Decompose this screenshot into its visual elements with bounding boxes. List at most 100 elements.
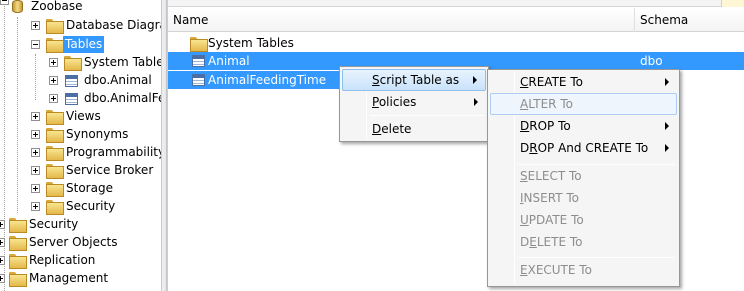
tree-item-label: Management: [29, 271, 109, 285]
menu-item-access-key: A: [520, 97, 529, 111]
menu-item-access-key: D: [520, 119, 530, 133]
tree-item-server-objects[interactable]: Server Objects: [0, 234, 161, 252]
menu-item-label: elete: [381, 122, 412, 136]
column-header-schema[interactable]: Schema: [635, 8, 744, 32]
tree-item-dbo-animal[interactable]: dbo.Animal: [0, 72, 161, 90]
database-icon: [12, 0, 23, 13]
tree-item-label: dbo.AnimalFeedingTime: [84, 91, 161, 105]
menu-item-access-key: E: [520, 263, 528, 277]
folder-icon: [46, 128, 64, 143]
expand-icon[interactable]: [0, 256, 5, 265]
menu-item-access-key: R: [529, 141, 538, 155]
tree-item-label: Security: [66, 199, 116, 213]
expand-icon[interactable]: [49, 76, 58, 85]
tree-item-programmability[interactable]: Programmability: [0, 144, 161, 162]
menu-separator: [370, 115, 484, 116]
menu-item-label: cript Table as: [379, 73, 460, 87]
menu-item-update-to[interactable]: UPDATE To: [490, 209, 677, 231]
folder-icon: [46, 38, 64, 53]
tree-item-label: Replication: [29, 253, 96, 267]
folder-icon: [190, 37, 208, 52]
submenu-arrow-icon: [665, 122, 669, 130]
menu-item-access-key: E: [529, 235, 537, 249]
menu-item-label-pre: D: [520, 235, 530, 249]
expand-icon[interactable]: [31, 184, 40, 193]
tree-item-label: Storage: [66, 181, 113, 195]
tree-item-label: Database Diagrams: [66, 18, 161, 32]
menu-item-drop-to[interactable]: DROP To: [490, 115, 677, 137]
table-icon: [192, 74, 205, 86]
menu-item-script-table-as[interactable]: Script Table as: [342, 69, 486, 91]
expand-icon[interactable]: [31, 166, 40, 175]
script-table-as-submenu: CREATE To ALTER To DROP To DROP And CREA…: [487, 69, 680, 287]
collapse-icon[interactable]: [31, 40, 40, 49]
menu-item-execute-to[interactable]: EXECUTE To: [490, 259, 677, 281]
menu-item-select-to[interactable]: SELECT To: [490, 165, 677, 187]
tree-item-security[interactable]: Security: [0, 216, 161, 234]
expand-icon[interactable]: [31, 148, 40, 157]
expand-icon[interactable]: [31, 21, 40, 30]
menu-item-label: NSERT To: [523, 191, 579, 205]
column-header-name[interactable]: Name: [168, 8, 634, 32]
context-menu: Script Table as Policies Delete: [339, 66, 489, 142]
table-icon: [65, 75, 78, 87]
folder-icon: [46, 200, 64, 215]
menu-item-label: XECUTE To: [527, 263, 592, 277]
menu-item-insert-to[interactable]: INSERT To: [490, 187, 677, 209]
menu-item-alter-to[interactable]: ALTER To: [490, 93, 677, 115]
expand-icon[interactable]: [49, 58, 58, 67]
list-row-system-tables[interactable]: System Tables: [168, 34, 744, 52]
menu-item-label: LTER To: [528, 97, 573, 111]
folder-icon: [46, 164, 64, 179]
menu-item-access-key: U: [520, 213, 529, 227]
tree-item-storage[interactable]: Storage: [0, 180, 161, 198]
tree-item-replication[interactable]: Replication: [0, 252, 161, 270]
menu-item-drop-and-create-to[interactable]: DROP And CREATE To: [490, 137, 677, 159]
folder-icon: [9, 236, 27, 251]
tree-item-label: Server Objects: [29, 235, 118, 249]
tree-item-dbo-animalfeedingtime[interactable]: dbo.AnimalFeedingTime: [0, 90, 161, 108]
menu-item-delete-to[interactable]: DELETE To: [490, 231, 677, 253]
menu-separator: [518, 257, 675, 258]
menu-item-delete[interactable]: Delete: [342, 118, 486, 140]
tree-item-system-tables[interactable]: System Tables: [0, 54, 161, 72]
list-header: Name Schema: [168, 8, 744, 32]
pane-splitter[interactable]: [161, 0, 168, 291]
submenu-arrow-icon: [665, 144, 669, 152]
expand-icon[interactable]: [49, 94, 58, 103]
folder-icon: [9, 218, 27, 233]
tree-item-label: Service Broker: [66, 163, 154, 177]
expand-icon[interactable]: [31, 202, 40, 211]
tree-item-label: Security: [29, 217, 79, 231]
tree-item-label: Views: [66, 109, 101, 123]
expand-icon[interactable]: [0, 274, 5, 283]
list-row-schema: dbo: [640, 54, 663, 68]
menu-item-label-pre: D: [520, 141, 530, 155]
tree-item-label: dbo.Animal: [84, 73, 152, 87]
collapse-icon[interactable]: [0, 0, 9, 5]
folder-icon: [9, 254, 27, 269]
tree-item-tables[interactable]: Tables: [0, 36, 161, 54]
expand-icon[interactable]: [31, 130, 40, 139]
expand-icon[interactable]: [31, 112, 40, 121]
expand-icon[interactable]: [0, 238, 5, 247]
tree-item-service-broker[interactable]: Service Broker: [0, 162, 161, 180]
tree-item-database-diagrams[interactable]: Database Diagrams: [0, 17, 161, 35]
tree-item-synonyms[interactable]: Synonyms: [0, 126, 161, 144]
submenu-arrow-icon: [474, 98, 478, 106]
menu-item-label: REATE To: [528, 75, 583, 89]
object-explorer-tree: Zoobase Database Diagrams Tables System …: [0, 0, 161, 291]
tree-item-zoobase[interactable]: Zoobase: [0, 0, 161, 18]
list-row-name: Animal: [208, 54, 250, 68]
tree-item-views[interactable]: Views: [0, 108, 161, 126]
menu-item-label: ELECT To: [527, 169, 582, 183]
list-row-animalfeedingtime[interactable]: AnimalFeedingTime: [168, 71, 344, 89]
menu-item-policies[interactable]: Policies: [342, 91, 486, 113]
submenu-arrow-icon: [665, 78, 669, 86]
expand-icon[interactable]: [0, 220, 5, 229]
tree-item-management[interactable]: Management: [0, 270, 161, 288]
tree-item-security-db[interactable]: Security: [0, 198, 161, 216]
list-row-name: AnimalFeedingTime: [208, 73, 327, 87]
folder-icon: [46, 146, 64, 161]
menu-item-create-to[interactable]: CREATE To: [490, 71, 677, 93]
